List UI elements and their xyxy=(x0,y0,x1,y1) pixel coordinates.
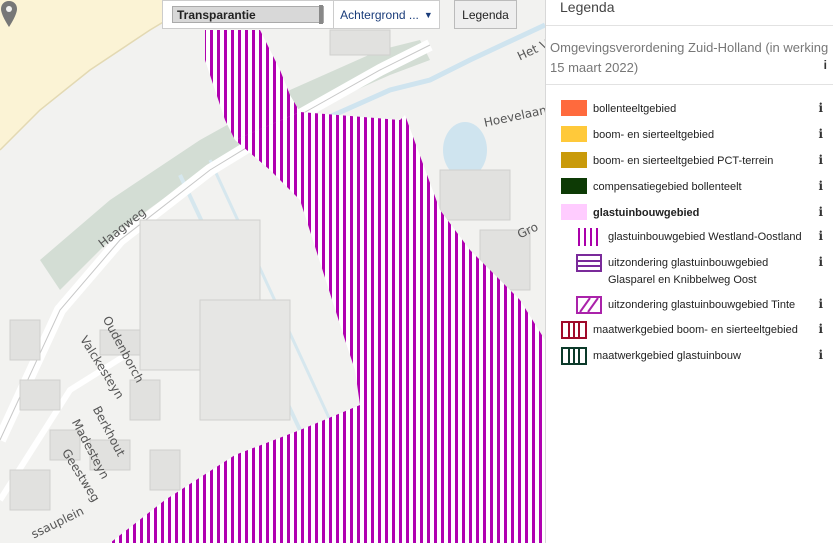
swatch-icon xyxy=(561,178,587,194)
info-icon[interactable]: i xyxy=(824,58,827,72)
info-icon[interactable]: i xyxy=(818,297,823,311)
legend-item-label: uitzondering glastuinbouwgebied Tinte xyxy=(608,299,796,311)
caret-down-icon: ▼ xyxy=(423,9,433,20)
info-icon[interactable]: i xyxy=(818,101,823,115)
diagonal-stripes-box-icon xyxy=(576,296,602,314)
swatch-icon xyxy=(561,100,587,116)
legend-panel: Legenda Omgevingsverordening Zuid-Hollan… xyxy=(545,0,833,543)
vertical-stripes-box-icon xyxy=(561,347,587,365)
legend-item-label: glastuinbouwgebied Westland-Oostland xyxy=(608,231,802,243)
transparency-slider[interactable]: Transparantie xyxy=(172,5,324,24)
transparency-control[interactable]: Transparantie xyxy=(162,0,334,29)
legend-item-label: boom- en sierteeltgebied xyxy=(593,129,715,141)
info-icon[interactable]: i xyxy=(818,348,823,362)
map-canvas xyxy=(0,0,545,543)
map-toolbar: Transparantie Achtergrond ... ▼ Legenda xyxy=(162,0,517,29)
vertical-stripes-icon xyxy=(578,228,598,246)
vertical-stripes-box-icon xyxy=(561,321,587,339)
layer-title-line1: Omgevingsverordening Zuid-Holland (in we… xyxy=(550,40,832,55)
info-icon[interactable]: i xyxy=(818,255,823,269)
legend-item-label: bollenteeltgebied xyxy=(593,103,677,115)
transparency-slider-handle[interactable] xyxy=(319,5,323,24)
map-pin-icon[interactable] xyxy=(0,0,18,28)
info-icon[interactable]: i xyxy=(818,322,823,336)
layer-title: Omgevingsverordening Zuid-Holland (in we… xyxy=(550,38,832,78)
legend-item-label: maatwerkgebied glastuinbouw xyxy=(593,350,741,362)
info-icon[interactable]: i xyxy=(818,229,823,243)
swatch-icon xyxy=(561,126,587,142)
legend-item-label: maatwerkgebied boom- en sierteeltgebied xyxy=(593,324,798,336)
info-icon[interactable]: i xyxy=(818,127,823,141)
info-icon[interactable]: i xyxy=(818,153,823,167)
map-view[interactable]: Het V Hoevelaan Haagweg Oudenborch Valck… xyxy=(0,0,545,543)
panel-title: Legenda xyxy=(546,0,833,26)
info-icon[interactable]: i xyxy=(818,179,823,193)
transparency-label: Transparantie xyxy=(177,7,256,22)
divider xyxy=(546,84,833,85)
legend-button[interactable]: Legenda xyxy=(454,0,517,29)
swatch-icon xyxy=(561,204,587,220)
background-dropdown-label: Achtergrond ... xyxy=(340,7,419,22)
horizontal-stripes-box-icon xyxy=(576,254,602,272)
legend-item-label: uitzondering glastuinbouwgebied Glaspare… xyxy=(608,257,769,286)
background-dropdown[interactable]: Achtergrond ... ▼ xyxy=(334,0,440,29)
info-icon[interactable]: i xyxy=(818,205,823,219)
legend-item-label: glastuinbouwgebied xyxy=(593,207,700,219)
swatch-icon xyxy=(561,152,587,168)
legend-item-label: boom- en sierteeltgebied PCT-terrein xyxy=(593,155,774,167)
layer-title-line2: 15 maart 2022) xyxy=(550,60,639,75)
legend-item-label: compensatiegebied bollenteelt xyxy=(593,181,742,193)
